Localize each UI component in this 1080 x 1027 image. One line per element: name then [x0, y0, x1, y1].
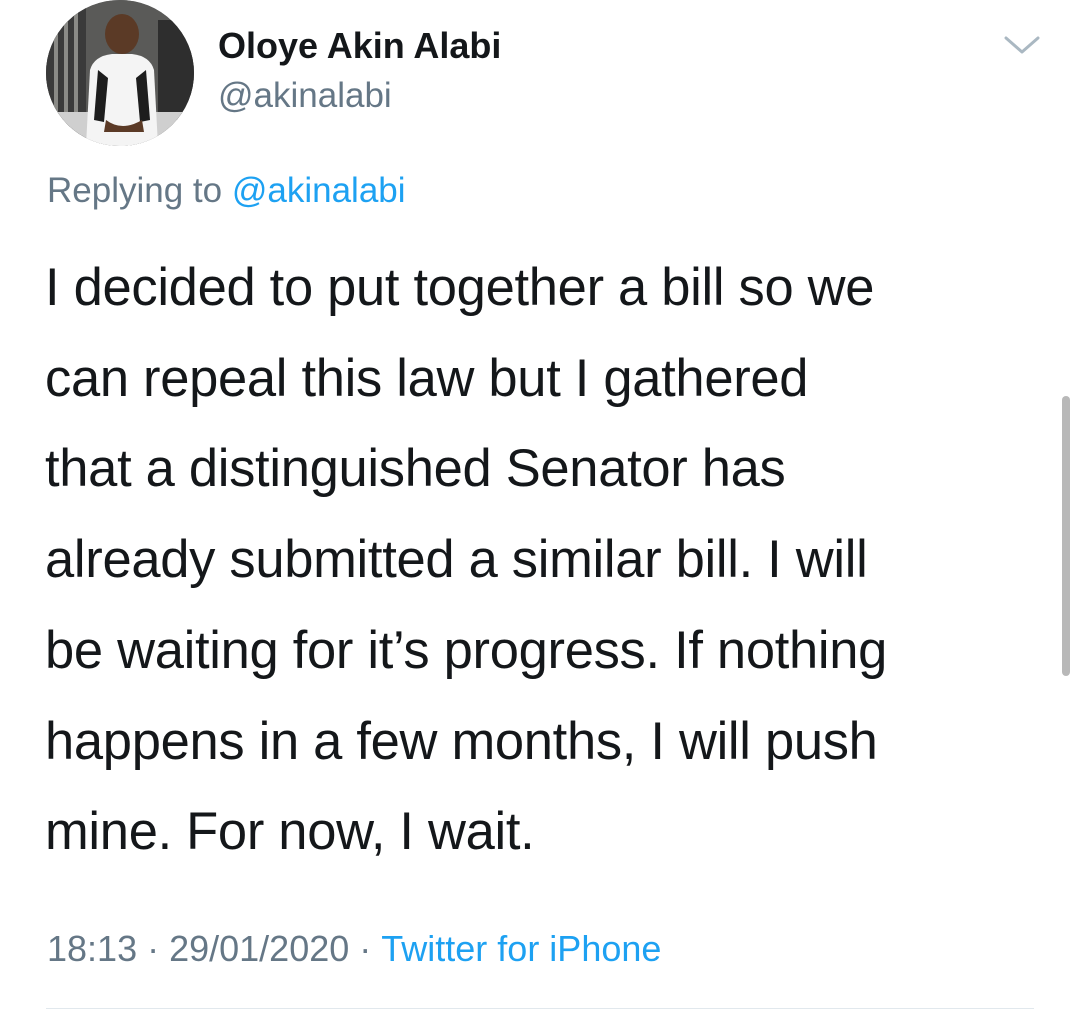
- tweet-time[interactable]: 18:13: [47, 928, 137, 969]
- reply-context: Replying to @akinalabi: [47, 168, 406, 214]
- tweet-text-line: happens in a few months, I will push: [45, 711, 878, 771]
- tweet-text-line: can repeal this law but I gathered: [45, 348, 809, 408]
- tweet-date[interactable]: 29/01/2020: [169, 928, 349, 969]
- divider: [46, 1008, 1034, 1009]
- meta-separator: ·: [359, 928, 372, 969]
- author-handle[interactable]: @akinalabi: [218, 74, 392, 118]
- tweet-source-link[interactable]: Twitter for iPhone: [381, 928, 661, 969]
- tweet-text-line: already submitted a similar bill. I will: [45, 530, 868, 590]
- tweet-meta: 18:13 · 29/01/2020 · Twitter for iPhone: [47, 926, 661, 972]
- tweet-text-line: I decided to put together a bill so we: [45, 258, 875, 317]
- avatar-photo: [46, 0, 194, 146]
- tweet-text: I decided to put together a bill so we c…: [45, 243, 1035, 878]
- chevron-down-icon[interactable]: [1000, 30, 1044, 60]
- tweet-text-line: mine. For now, I wait.: [45, 802, 535, 862]
- reply-prefix: Replying to: [47, 171, 223, 210]
- tweet-text-line: that a distinguished Senator has: [45, 439, 786, 499]
- scrollbar-thumb[interactable]: [1062, 396, 1070, 676]
- author-display-name[interactable]: Oloye Akin Alabi: [218, 24, 501, 68]
- avatar[interactable]: [46, 0, 194, 146]
- meta-separator: ·: [147, 928, 160, 969]
- reply-mention-link[interactable]: @akinalabi: [232, 171, 406, 210]
- tweet-text-line: be waiting for it’s progress. If nothing: [45, 620, 888, 680]
